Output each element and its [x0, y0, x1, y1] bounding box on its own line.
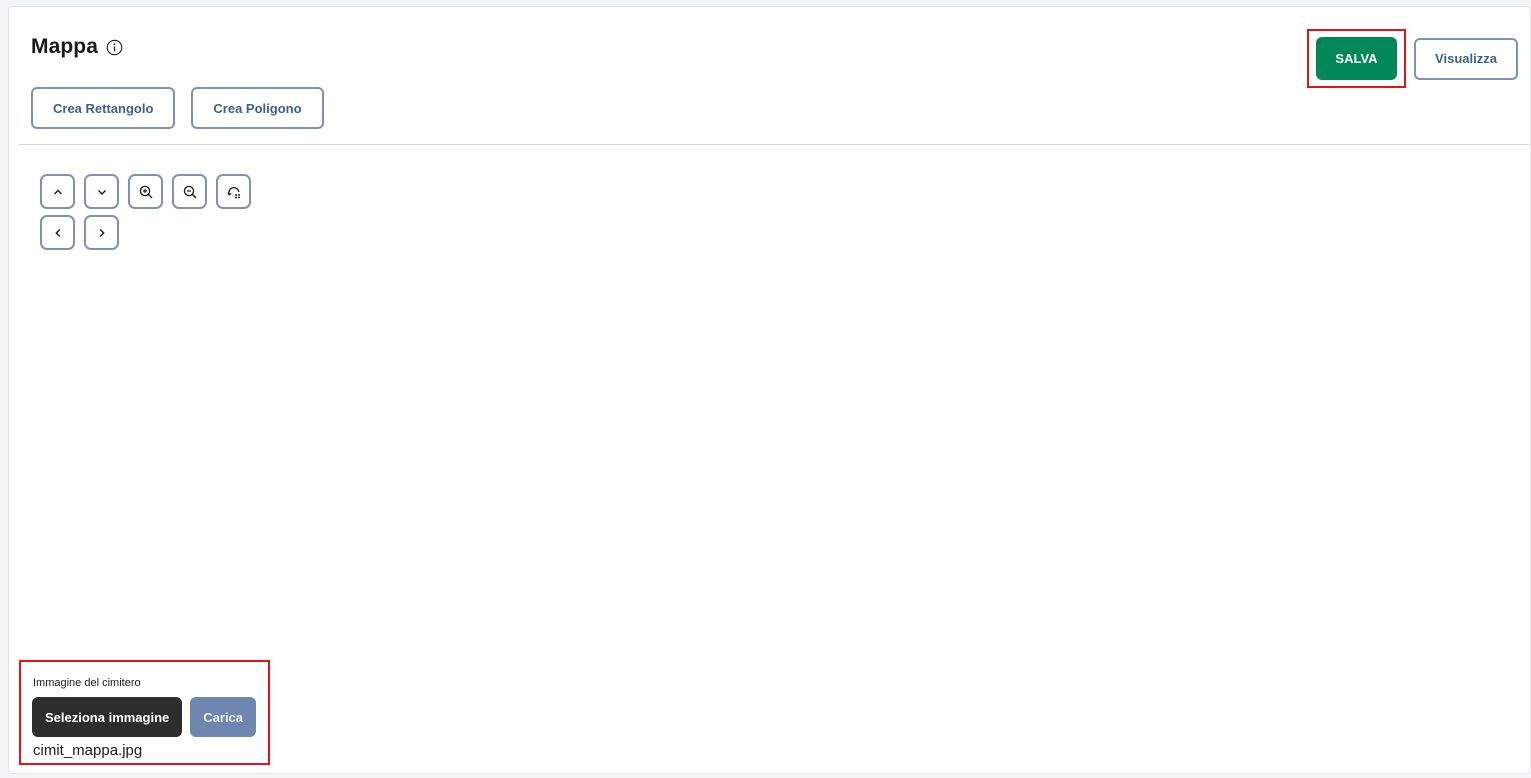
info-circle-icon[interactable]: [106, 39, 123, 56]
chevron-up-icon: [53, 189, 62, 194]
select-image-button[interactable]: Seleziona immagine: [32, 697, 183, 737]
divider: [19, 144, 1530, 145]
shape-tools: Crea Rettangolo Crea Poligono: [31, 87, 324, 129]
chevron-right-icon: [99, 228, 105, 237]
map-controls: [40, 174, 251, 256]
top-actions: SALVA Visualizza: [1307, 29, 1518, 88]
page-title: Mappa: [31, 35, 99, 58]
map-controls-row: [40, 215, 251, 250]
map-controls-row: [40, 174, 251, 209]
pan-left-button[interactable]: [40, 215, 75, 250]
create-polygon-button[interactable]: Crea Poligono: [191, 87, 324, 129]
reset-view-icon: [226, 186, 240, 198]
pan-right-button[interactable]: [84, 215, 119, 250]
chevron-left-icon: [54, 228, 60, 237]
zoom-in-button[interactable]: [128, 174, 163, 209]
selected-filename: cimit_mappa.jpg: [33, 742, 143, 759]
upload-button[interactable]: Carica: [190, 697, 257, 737]
upload-label: Immagine del cimitero: [33, 677, 141, 689]
create-rectangle-button[interactable]: Crea Rettangolo: [31, 87, 176, 129]
zoom-in-icon: [139, 185, 153, 199]
image-upload-section: Immagine del cimitero Seleziona immagine…: [19, 660, 270, 765]
pan-up-button[interactable]: [40, 174, 75, 209]
pan-down-button[interactable]: [84, 174, 119, 209]
chevron-down-icon: [97, 189, 106, 195]
reset-view-button[interactable]: [216, 174, 251, 209]
map-editor-card: Mappa SALVA Visualizza Crea Rettangolo C…: [8, 6, 1531, 774]
page-header: Mappa: [31, 35, 123, 59]
zoom-out-icon: [183, 185, 197, 199]
view-button[interactable]: Visualizza: [1414, 37, 1518, 80]
save-button[interactable]: SALVA: [1316, 37, 1397, 80]
save-highlight: SALVA: [1307, 29, 1406, 88]
upload-actions: Seleziona immagine Carica: [32, 697, 257, 737]
zoom-out-button[interactable]: [172, 174, 207, 209]
